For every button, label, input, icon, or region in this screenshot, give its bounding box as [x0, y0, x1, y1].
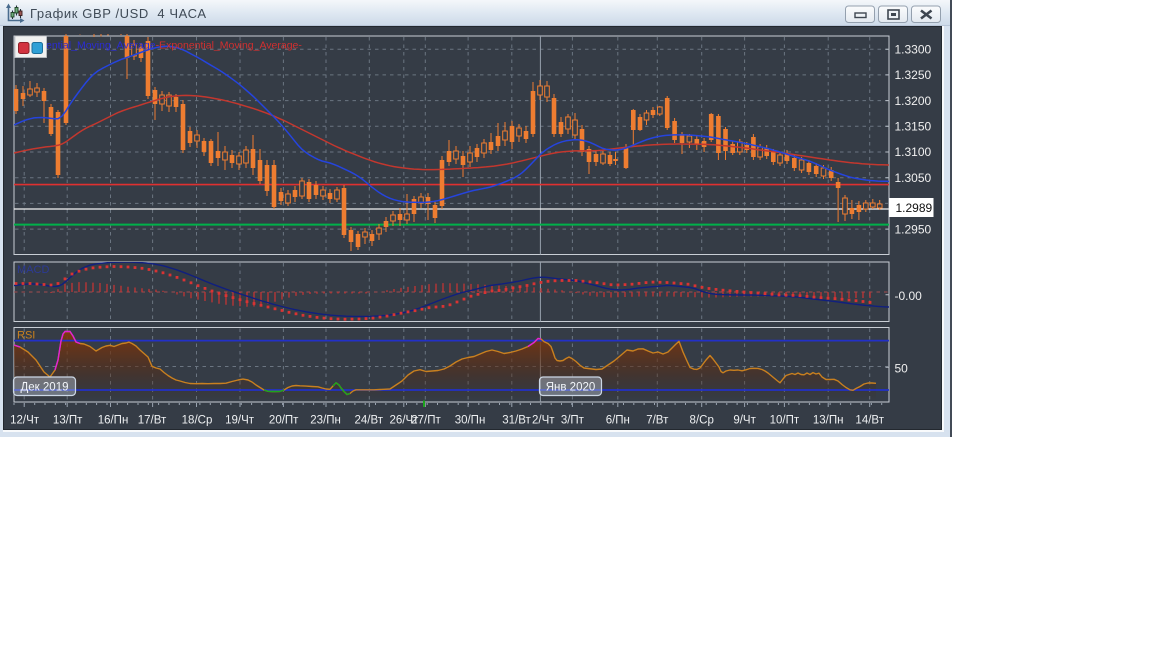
- svg-text:18/Ср: 18/Ср: [182, 415, 213, 427]
- svg-text:10/Пт: 10/Пт: [770, 415, 800, 427]
- svg-text:1.3300: 1.3300: [895, 42, 932, 56]
- svg-text:50: 50: [895, 362, 909, 376]
- svg-text:1.2989: 1.2989: [896, 201, 933, 215]
- svg-text:8/Ср: 8/Ср: [690, 415, 714, 427]
- svg-text:19/Чт: 19/Чт: [225, 415, 255, 427]
- svg-text:MACD: MACD: [17, 264, 49, 276]
- svg-text:7/Вт: 7/Вт: [646, 415, 669, 427]
- svg-text:23/Пн: 23/Пн: [310, 415, 341, 427]
- svg-text:-0.00: -0.00: [895, 289, 923, 303]
- svg-text:3/Пт: 3/Пт: [561, 415, 585, 427]
- svg-text:9/Чт: 9/Чт: [733, 415, 756, 427]
- svg-text:Дек 2019: Дек 2019: [21, 382, 69, 394]
- svg-text:RSI: RSI: [17, 330, 35, 342]
- svg-text:1.3150: 1.3150: [895, 120, 932, 134]
- svg-text:24/Вт: 24/Вт: [355, 415, 384, 427]
- svg-text:16/Пн: 16/Пн: [98, 415, 129, 427]
- svg-text:30/Пн: 30/Пн: [455, 415, 486, 427]
- svg-text:1.3050: 1.3050: [895, 171, 932, 185]
- svg-text:27/Пт: 27/Пт: [411, 415, 441, 427]
- svg-text:ential_Moving_Average-Exponent: ential_Moving_Average-Exponential_Moving…: [46, 40, 302, 52]
- svg-text:17/Вт: 17/Вт: [138, 415, 167, 427]
- svg-text:31/Вт: 31/Вт: [502, 415, 531, 427]
- svg-text:1.2950: 1.2950: [895, 222, 932, 236]
- svg-text:1.3200: 1.3200: [895, 94, 932, 108]
- svg-text:1.3250: 1.3250: [895, 68, 932, 82]
- svg-text:14/Вт: 14/Вт: [855, 415, 884, 427]
- svg-text:1.3100: 1.3100: [895, 145, 932, 159]
- svg-text:12/Чт: 12/Чт: [10, 415, 40, 427]
- svg-text:6/Пн: 6/Пн: [606, 415, 630, 427]
- svg-text:График GBP /USD 4 ЧАСА: График GBP /USD 4 ЧАСА: [30, 6, 207, 21]
- svg-text:13/Пн: 13/Пн: [813, 415, 844, 427]
- svg-text:Янв 2020: Янв 2020: [546, 382, 596, 394]
- svg-text:2/Чт: 2/Чт: [532, 415, 555, 427]
- svg-text:20/Пт: 20/Пт: [269, 415, 299, 427]
- svg-text:13/Пт: 13/Пт: [53, 415, 83, 427]
